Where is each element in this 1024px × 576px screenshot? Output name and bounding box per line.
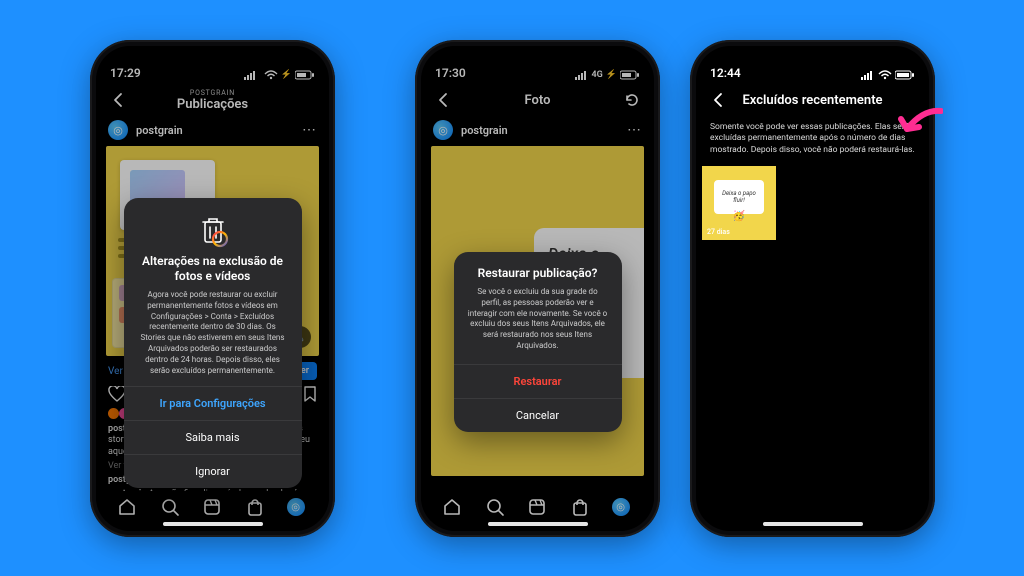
modal-body: Agora você pode restaurar ou excluir per…: [124, 290, 302, 386]
status-time: 12:44: [710, 66, 741, 80]
wifi-icon: [878, 70, 892, 80]
delete-changes-modal: Alterações na exclusão de fotos e vídeos…: [124, 198, 302, 488]
signal-icon: [861, 70, 875, 80]
notch: [483, 46, 593, 68]
modal-title: Restaurar publicação?: [454, 252, 622, 287]
phone-2: 17:30 4G ⚡ Foto: [415, 40, 660, 537]
restore-post-modal: Restaurar publicação? Se você o excluiu …: [454, 252, 622, 432]
notch: [758, 46, 868, 68]
thumb-text: Deixa o papo fluir!: [714, 180, 764, 214]
modal-ignore-button[interactable]: Ignorar: [124, 454, 302, 488]
back-button[interactable]: [706, 92, 730, 108]
modal-restore-button[interactable]: Restaurar: [454, 364, 622, 398]
annotation-arrow-icon: [893, 107, 943, 155]
modal-cancel-button[interactable]: Cancelar: [454, 398, 622, 432]
days-left-badge: 27 dias: [705, 227, 732, 237]
notch: [158, 46, 268, 68]
home-indicator[interactable]: [163, 522, 263, 526]
thumb-emoji-icon: 🥳: [733, 211, 745, 222]
modal-title: Alterações na exclusão de fotos e vídeos: [124, 248, 302, 290]
phone-3: 12:44 Excluídos recentemente: [690, 40, 935, 537]
trash-icon: [124, 198, 302, 248]
phone-1: 17:29 ⚡: [90, 40, 335, 537]
home-indicator[interactable]: [488, 522, 588, 526]
modal-learn-more-button[interactable]: Saiba mais: [124, 420, 302, 454]
modal-go-settings-button[interactable]: Ir para Configurações: [124, 386, 302, 420]
deleted-thumbnail[interactable]: Deixa o papo fluir! 🥳 27 dias: [702, 166, 776, 240]
battery-icon: [895, 70, 915, 80]
modal-body: Se você o excluiu da sua grade do perfil…: [454, 287, 622, 364]
home-indicator[interactable]: [763, 522, 863, 526]
nav-title: Excluídos recentemente: [730, 93, 895, 108]
deleted-grid: Deixa o papo fluir! 🥳 27 dias: [696, 164, 929, 242]
